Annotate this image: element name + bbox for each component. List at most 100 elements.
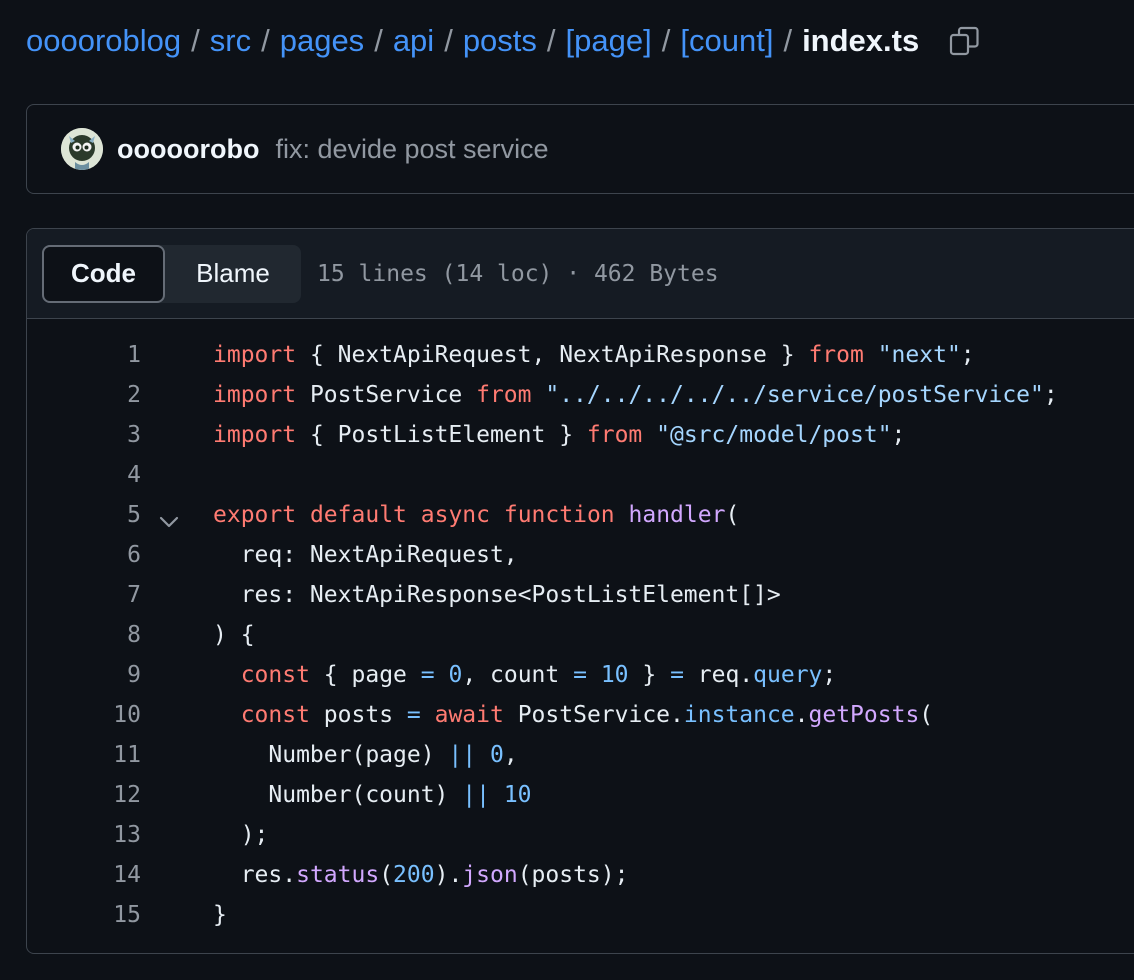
commit-author[interactable]: ooooorobo	[117, 134, 259, 165]
tab-code[interactable]: Code	[42, 244, 165, 303]
code-token: instance	[683, 702, 795, 728]
code-line: 8 ) {	[27, 615, 1134, 655]
line-code: Number(page) || 0,	[213, 735, 517, 775]
line-code: ) {	[213, 615, 255, 655]
code-line: 12 Number(count) || 10	[27, 775, 1134, 815]
breadcrumb-link[interactable]: ooooroblog	[26, 23, 181, 59]
line-number[interactable]: 8	[27, 615, 141, 655]
code-line: 1 import { NextApiRequest, NextApiRespons…	[27, 335, 1134, 375]
code-token: default	[309, 502, 407, 528]
line-number[interactable]: 15	[27, 895, 141, 935]
code-token: =	[573, 662, 587, 688]
code-line: 11 Number(page) || 0,	[27, 735, 1134, 775]
line-number[interactable]: 7	[27, 575, 141, 615]
breadcrumb-separator: /	[191, 23, 200, 58]
code-token: ) {	[213, 622, 255, 648]
chevron-down-icon[interactable]	[157, 505, 181, 528]
code-token: handler	[628, 502, 726, 528]
line-number[interactable]: 6	[27, 535, 141, 575]
code-token: (posts);	[517, 862, 629, 888]
line-code: }	[213, 895, 227, 935]
code-token: }	[628, 662, 671, 688]
line-number[interactable]: 12	[27, 775, 141, 815]
code-token: .	[794, 702, 809, 728]
code-token: 10	[600, 662, 629, 688]
line-number[interactable]: 10	[27, 695, 141, 735]
file-viewer: Code Blame 15 lines (14 loc) · 462 Bytes…	[26, 228, 1134, 954]
code-token: 10	[503, 782, 532, 808]
line-number[interactable]: 5	[27, 495, 141, 535]
commit-message[interactable]: fix: devide post service	[275, 134, 548, 165]
view-mode-toggle: Code Blame	[42, 244, 301, 303]
line-code: res: NextApiResponse<PostListElement[]>	[213, 575, 781, 615]
code-token: import	[213, 382, 297, 408]
code-token: req: NextApiRequest,	[213, 542, 518, 568]
code-token: ;	[822, 662, 837, 688]
breadcrumb-link[interactable]: [page]	[566, 23, 652, 59]
line-number[interactable]: 13	[27, 815, 141, 855]
code-token: 0	[489, 742, 504, 768]
code-line: 10 const posts = await PostService.insta…	[27, 695, 1134, 735]
code-token: query	[753, 662, 823, 688]
code-token: "@src/model/post"	[656, 422, 892, 448]
breadcrumb-link[interactable]: [count]	[680, 23, 773, 59]
code-token: json	[462, 862, 518, 888]
code-view: 1 import { NextApiRequest, NextApiRespons…	[27, 319, 1134, 935]
code-token: =	[406, 702, 421, 728]
current-file-name: index.ts	[802, 23, 920, 58]
breadcrumb-link[interactable]: posts	[463, 23, 537, 59]
line-code: import { PostListElement } from "@src/mo…	[213, 415, 905, 455]
line-number[interactable]: 9	[27, 655, 141, 695]
breadcrumb-separator: /	[783, 23, 793, 58]
line-number[interactable]: 3	[27, 415, 141, 455]
code-line: 3 import { PostListElement } from "@src/m…	[27, 415, 1134, 455]
code-token: ||	[462, 782, 490, 808]
code-token: Number(page)	[213, 742, 449, 768]
line-number[interactable]: 4	[27, 455, 141, 495]
code-token: PostService.	[503, 702, 684, 728]
line-number[interactable]: 11	[27, 735, 141, 775]
line-code: req: NextApiRequest,	[213, 535, 518, 575]
code-token: (	[919, 702, 934, 728]
code-line: 4	[27, 455, 1134, 495]
code-line: 15}	[27, 895, 1134, 935]
code-token: (	[725, 502, 740, 528]
code-token: from	[808, 342, 864, 368]
breadcrumb-link[interactable]: src	[210, 23, 251, 59]
line-number[interactable]: 14	[27, 855, 141, 895]
line-code: const { page = 0, count = 10 } = req.que…	[213, 655, 837, 695]
copy-path-button[interactable]	[947, 24, 981, 58]
code-token: res.	[213, 862, 297, 888]
code-token: { PostListElement }	[296, 422, 587, 448]
line-code: import PostService from "../../../../../…	[213, 375, 1058, 415]
code-token: );	[213, 822, 269, 848]
breadcrumb: ooooroblog / src / pages / api / posts / [page] / [c…	[26, 18, 981, 64]
line-number[interactable]: 2	[27, 375, 141, 415]
code-token: posts	[309, 702, 407, 728]
tab-blame[interactable]: Blame	[165, 245, 301, 303]
code-token: { page	[309, 662, 421, 688]
code-token: import	[213, 422, 297, 448]
code-token: ||	[448, 742, 477, 768]
line-number[interactable]: 1	[27, 335, 141, 375]
breadcrumb-link[interactable]: pages	[280, 23, 364, 59]
code-token: import	[213, 342, 297, 368]
line-code: res.status(200).json(posts);	[213, 855, 629, 895]
code-token: from	[586, 422, 643, 448]
file-header: Code Blame 15 lines (14 loc) · 462 Bytes	[27, 229, 1134, 319]
code-token: , count	[462, 662, 574, 688]
user-avatar[interactable]	[61, 128, 103, 170]
code-token: ;	[960, 342, 975, 368]
code-token: 200	[393, 862, 435, 888]
code-token: from	[476, 382, 532, 408]
code-token: getPosts	[808, 702, 920, 728]
code-line: 2 import PostService from "../../../../..…	[27, 375, 1134, 415]
code-token: }	[213, 902, 227, 928]
breadcrumb-separator: /	[261, 23, 270, 58]
breadcrumb-link[interactable]: api	[393, 23, 434, 59]
